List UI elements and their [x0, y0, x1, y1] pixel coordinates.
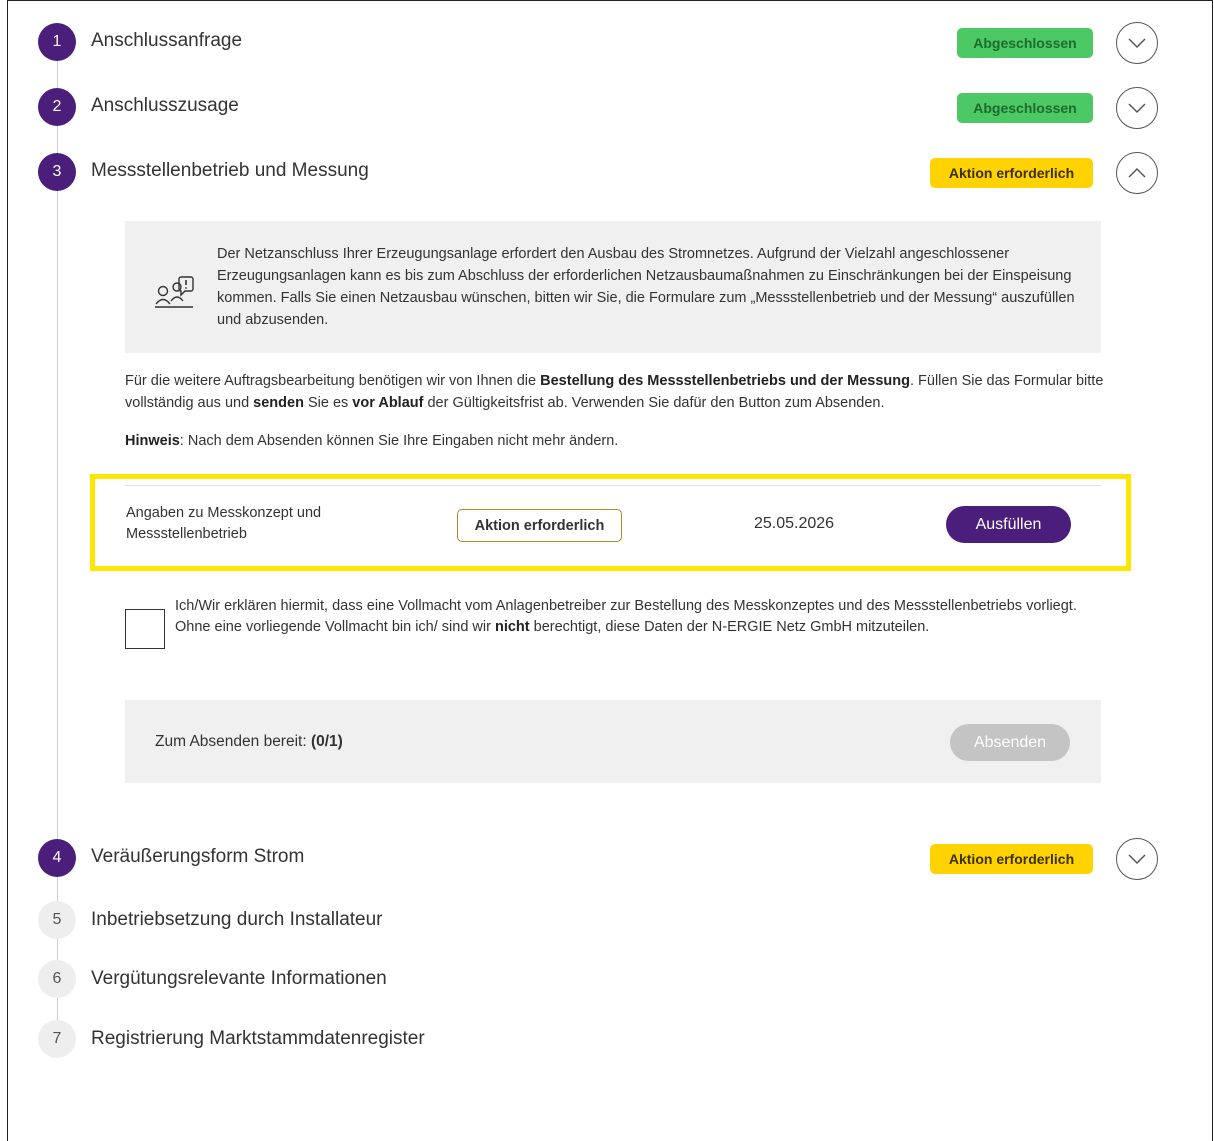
- step-title-5: Inbetriebsetzung durch Installateur: [91, 909, 383, 930]
- deadline-date: 25.05.2026: [754, 515, 835, 532]
- step-number-3: 3: [38, 153, 76, 191]
- status-badge-action-required: Aktion erforderlich: [930, 158, 1093, 188]
- step-connector: [57, 876, 58, 902]
- step-title-7: Registrierung Marktstammdatenregister: [91, 1028, 425, 1049]
- expand-step-4-button[interactable]: [1116, 838, 1158, 880]
- expand-step-1-button[interactable]: [1116, 22, 1158, 64]
- info-box: Der Netzanschluss Ihrer Erzeugungsanlage…: [125, 221, 1101, 353]
- submit-panel: Zum Absenden bereit: (0/1) Absenden: [125, 700, 1101, 783]
- status-badge-completed: Abgeschlossen: [957, 28, 1093, 58]
- step-connector: [57, 60, 58, 90]
- chevron-down-icon: [1128, 38, 1146, 49]
- consent-checkbox[interactable]: [125, 609, 165, 649]
- form-status-badge: Aktion erforderlich: [457, 509, 622, 542]
- divider: [125, 485, 1101, 486]
- collapse-step-3-button[interactable]: [1116, 152, 1158, 194]
- info-text: Der Netzanschluss Ihrer Erzeugungsanlage…: [217, 246, 1075, 328]
- expand-step-2-button[interactable]: [1116, 87, 1158, 129]
- grid-expansion-icon: [155, 276, 194, 308]
- instruction-text: Für die weitere Auftragsbearbeitung benö…: [125, 373, 1104, 411]
- ready-to-submit-label: Zum Absenden bereit: (0/1): [155, 733, 343, 750]
- consent-text: Ich/Wir erklären hiermit, dass eine Voll…: [175, 598, 1077, 635]
- step-number-7: 7: [38, 1020, 76, 1058]
- step-connector: [57, 997, 58, 1020]
- hint-text: Hinweis: Nach dem Absenden können Sie Ih…: [125, 433, 619, 449]
- submit-button[interactable]: Absenden: [950, 724, 1070, 761]
- step-title-6: Vergütungsrelevante Informationen: [91, 968, 387, 989]
- step-title-1[interactable]: Anschlussanfrage: [91, 30, 242, 52]
- chevron-down-icon: [1128, 103, 1146, 114]
- form-row-label: Angaben zu Messkonzept und Messstellenbe…: [126, 505, 322, 542]
- step-number-6: 6: [38, 960, 76, 998]
- chevron-up-icon: [1128, 167, 1146, 178]
- step-connector: [57, 125, 58, 155]
- step-number-5: 5: [38, 901, 76, 939]
- step-number-2: 2: [38, 88, 76, 126]
- step-title-2[interactable]: Anschlusszusage: [91, 95, 239, 117]
- step-title-3[interactable]: Messstellenbetrieb und Messung: [91, 160, 369, 182]
- status-badge-completed: Abgeschlossen: [957, 93, 1093, 123]
- step-number-4: 4: [38, 839, 76, 877]
- status-badge-action-required: Aktion erforderlich: [930, 844, 1093, 874]
- step-number-1: 1: [38, 23, 76, 61]
- step-connector: [57, 938, 58, 960]
- step-connector: [57, 190, 58, 840]
- step-title-4[interactable]: Veräußerungsform Strom: [91, 846, 304, 868]
- fill-out-button[interactable]: Ausfüllen: [946, 506, 1071, 543]
- chevron-down-icon: [1128, 854, 1146, 865]
